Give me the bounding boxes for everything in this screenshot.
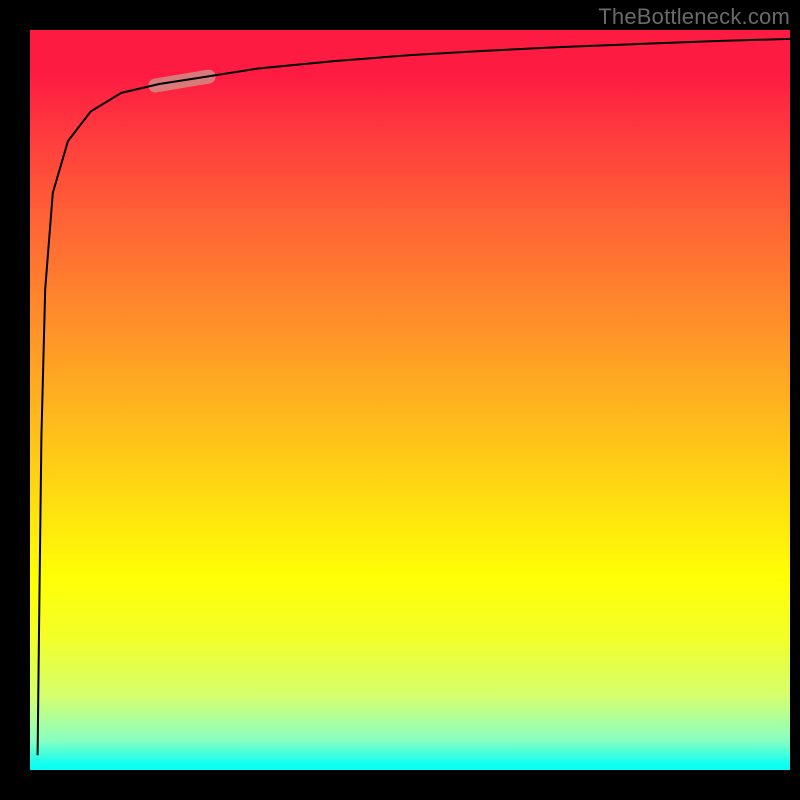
curve-line [38, 39, 790, 755]
watermark-text: TheBottleneck.com [598, 4, 790, 30]
chart-frame: TheBottleneck.com [0, 0, 800, 800]
curve-group [38, 39, 790, 755]
plot-area [30, 30, 790, 770]
chart-svg [30, 30, 790, 770]
